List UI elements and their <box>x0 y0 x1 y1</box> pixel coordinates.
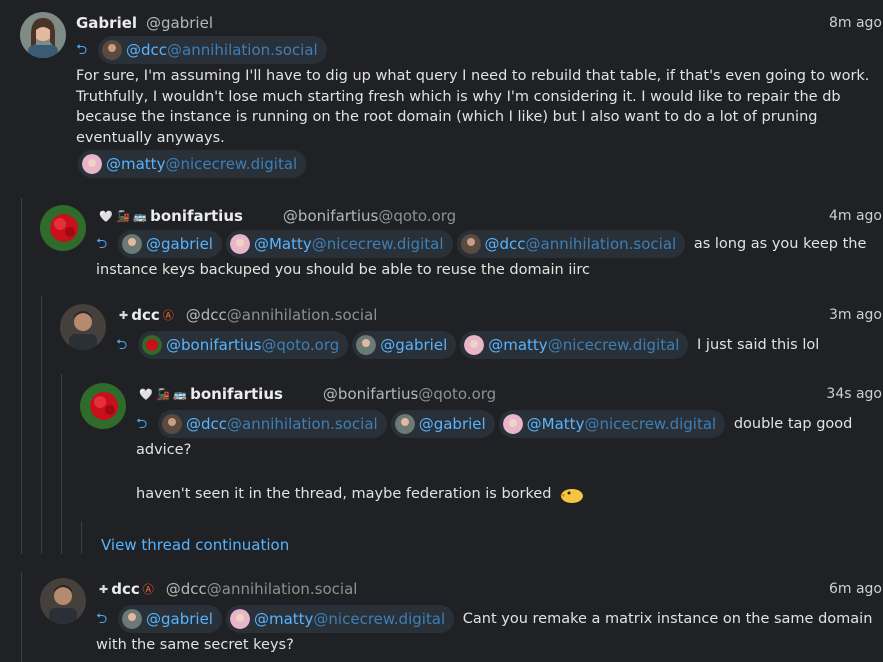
author-name[interactable]: Gabriel <box>76 14 137 32</box>
badges: ✚ <box>119 308 129 322</box>
mention-chip[interactable]: @bonifartius @qoto.org <box>138 331 349 359</box>
mention-avatar <box>122 609 142 629</box>
thread-line-level-1 <box>21 198 22 554</box>
post-dcc-2: ✚ dcc Ⓐ @dcc@annihilation.social 6m ago … <box>40 578 883 662</box>
post-text: I just said this lol <box>697 337 820 353</box>
view-thread-continuation-link[interactable]: View thread continuation <box>101 536 289 554</box>
mention-avatar <box>162 414 182 434</box>
author-name[interactable]: dcc <box>131 306 160 324</box>
avatar[interactable] <box>80 383 126 429</box>
post-dcc-1: ✚ dcc Ⓐ @dcc@annihilation.social 3m ago … <box>60 304 883 364</box>
chick-emoji-icon <box>560 489 584 503</box>
author-handle[interactable]: @bonifartius@qoto.org <box>323 385 496 403</box>
mention-avatar <box>356 335 377 355</box>
reply-arrow-icon: ⮌ <box>136 416 148 432</box>
mention-chip[interactable]: @Matty @nicecrew.digital <box>498 410 726 438</box>
author-handle[interactable]: @bonifartius@qoto.org <box>283 207 456 225</box>
post-time[interactable]: 8m ago <box>829 15 883 31</box>
mention-chip[interactable]: @gabriel <box>352 331 457 359</box>
mention-chip[interactable]: @dcc @annihilation.social <box>158 410 387 438</box>
badges: 🤍 🚂 🚌 <box>99 209 148 223</box>
mention-avatar <box>122 234 142 254</box>
mention-avatar <box>502 414 523 434</box>
mention-avatar <box>464 335 485 355</box>
mention-chip[interactable]: @Matty @nicecrew.digital <box>225 230 453 258</box>
author-handle[interactable]: @gabriel <box>146 14 213 32</box>
mention-avatar <box>142 335 162 355</box>
reply-arrow-icon: ⮌ <box>96 236 108 252</box>
mention-chip[interactable]: @matty @nicecrew.digital <box>78 150 307 178</box>
mention-chip[interactable]: @matty @nicecrew.digital <box>460 331 689 359</box>
post-bonifartius-2: 🤍 🚂 🚌 bonifartius @bonifartius@qoto.org … <box>80 383 883 513</box>
post-time[interactable]: 4m ago <box>829 208 883 224</box>
author-name[interactable]: dcc <box>111 580 140 598</box>
author-handle[interactable]: @dcc@annihilation.social <box>166 580 358 598</box>
mention-chip[interactable]: @gabriel <box>118 230 222 258</box>
thread-line-level-1b <box>21 572 22 662</box>
thread-line-level-4 <box>81 522 82 554</box>
mention-chip[interactable]: @matty @nicecrew.digital <box>225 605 455 633</box>
anarchy-icon: Ⓐ <box>162 309 174 322</box>
avatar[interactable] <box>40 205 86 251</box>
mention-avatar <box>229 609 250 629</box>
mention-chip[interactable]: @dcc @annihilation.social <box>98 36 327 64</box>
avatar[interactable] <box>40 578 86 624</box>
reply-arrow-icon: ⮌ <box>116 337 128 353</box>
post-gabriel: Gabriel @gabriel 8m ago ⮌ @dcc @annihilati… <box>20 12 883 184</box>
author-handle[interactable]: @dcc@annihilation.social <box>186 306 378 324</box>
post-text: For sure, I'm assuming I'll have to dig … <box>76 68 870 146</box>
mention-chip[interactable]: @gabriel <box>118 605 222 633</box>
avatar[interactable] <box>60 304 106 350</box>
badges: 🤍 🚂 🚌 <box>139 387 188 401</box>
post-text-2: haven't seen it in the thread, maybe fed… <box>136 486 552 502</box>
badges: ✚ <box>99 582 109 596</box>
post-time[interactable]: 34s ago <box>826 386 883 402</box>
post-time[interactable]: 6m ago <box>829 581 883 597</box>
mention-avatar <box>102 40 122 60</box>
thread-line-level-3 <box>61 374 62 554</box>
anarchy-icon: Ⓐ <box>142 583 154 596</box>
mention-chip[interactable]: @gabriel <box>390 410 495 438</box>
thread-line-level-2 <box>41 296 42 554</box>
mention-avatar <box>394 414 415 434</box>
mention-avatar <box>229 234 250 254</box>
post-time[interactable]: 3m ago <box>829 307 883 323</box>
post-bonifartius-1: 🤍 🚂 🚌 bonifartius @bonifartius@qoto.org … <box>40 205 883 285</box>
mention-chip[interactable]: @dcc @annihilation.social <box>456 230 686 258</box>
mention-avatar <box>460 234 481 254</box>
avatar[interactable] <box>20 12 66 58</box>
author-name[interactable]: bonifartius <box>190 385 283 403</box>
mention-avatar <box>82 154 102 174</box>
reply-arrow-icon: ⮌ <box>96 611 108 627</box>
author-name[interactable]: bonifartius <box>150 207 243 225</box>
reply-arrow-icon: ⮌ <box>76 42 88 58</box>
